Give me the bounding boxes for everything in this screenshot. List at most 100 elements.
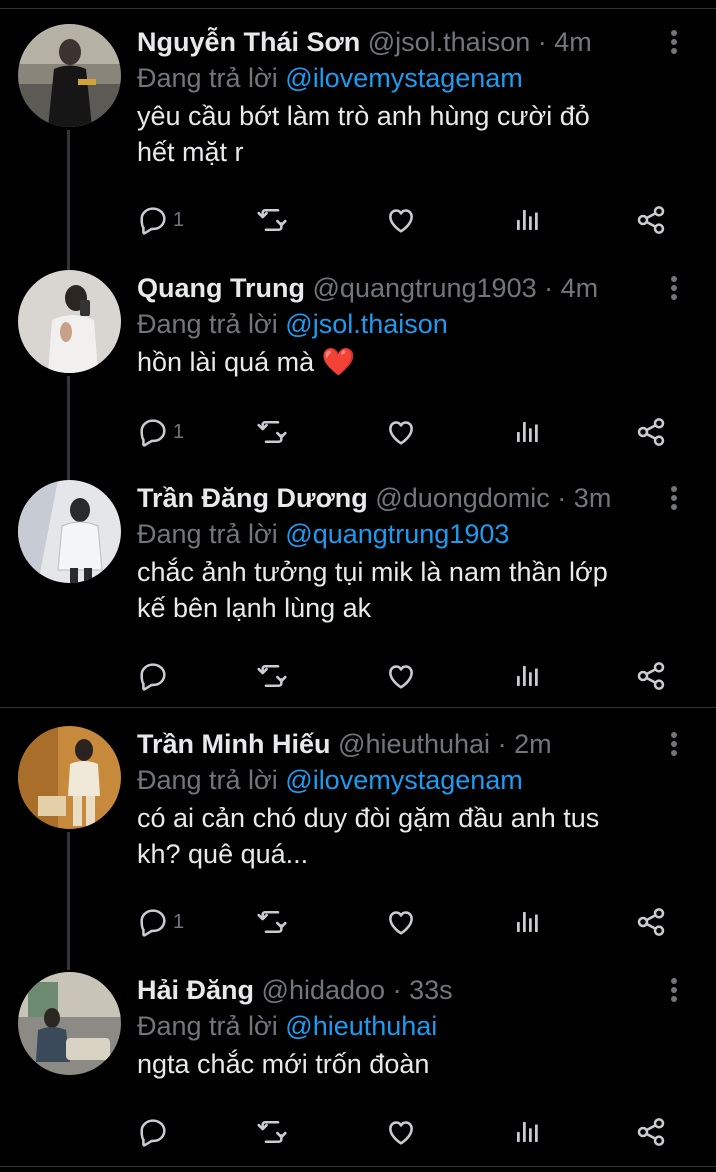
views-button[interactable] — [512, 412, 542, 452]
share-icon — [635, 1116, 667, 1148]
display-name[interactable]: Hải Đăng — [137, 975, 254, 1005]
action-bar: 1 — [137, 412, 697, 452]
share-button[interactable] — [635, 200, 667, 240]
heart-icon — [385, 204, 417, 236]
timestamp[interactable]: 4m — [561, 273, 599, 303]
thread-divider — [0, 707, 716, 708]
tweet-text: có ai cản chó duy đòi gặm đầu anh tus kh… — [137, 800, 697, 872]
heart-icon — [385, 660, 417, 692]
tweet-header: Trần Minh Hiếu @hieuthuhai · 2m — [137, 726, 552, 762]
replying-to: Đang trả lời @ilovemystagenam — [137, 60, 523, 96]
avatar[interactable] — [18, 480, 121, 583]
retweet-icon — [256, 416, 288, 448]
reply-tweet[interactable]: Trần Minh Hiếu @hieuthuhai · 2m Đang trả… — [0, 726, 716, 956]
avatar[interactable] — [18, 270, 121, 373]
avatar[interactable] — [18, 24, 121, 127]
reply-mention-link[interactable]: @quangtrung1903 — [285, 519, 509, 549]
like-button[interactable] — [385, 412, 417, 452]
reply-count: 1 — [173, 420, 185, 443]
reply-tweet[interactable]: Nguyễn Thái Sơn @jsol.thaison · 4m Đang … — [0, 24, 716, 254]
reply-mention-link[interactable]: @ilovemystagenam — [285, 765, 523, 795]
share-button[interactable] — [635, 656, 667, 696]
more-options-icon[interactable] — [664, 728, 684, 760]
user-handle[interactable]: @duongdomic — [375, 483, 550, 513]
heart-icon — [385, 1116, 417, 1148]
share-icon — [635, 416, 667, 448]
reply-button[interactable]: 1 — [137, 200, 184, 240]
timestamp[interactable]: 3m — [574, 483, 612, 513]
like-button[interactable] — [385, 200, 417, 240]
display-name[interactable]: Quang Trung — [137, 273, 305, 303]
like-button[interactable] — [385, 902, 417, 942]
reply-tweet[interactable]: Hải Đăng @hidadoo · 33s Đang trả lời @hi… — [0, 972, 716, 1162]
display-name[interactable]: Nguyễn Thái Sơn — [137, 27, 360, 57]
display-name[interactable]: Trần Minh Hiếu — [137, 729, 331, 759]
retweet-button[interactable] — [256, 902, 288, 942]
reply-mention-link[interactable]: @ilovemystagenam — [285, 63, 523, 93]
reply-button[interactable]: 1 — [137, 412, 184, 452]
action-bar: 1 — [137, 200, 697, 240]
avatar[interactable] — [18, 726, 121, 829]
retweet-button[interactable] — [256, 1112, 288, 1152]
views-icon — [512, 417, 542, 447]
replying-to: Đang trả lời @jsol.thaison — [137, 306, 448, 342]
timestamp[interactable]: 33s — [409, 975, 453, 1005]
replying-to: Đang trả lời @hieuthuhai — [137, 1008, 437, 1044]
views-button[interactable] — [512, 1112, 542, 1152]
tweet-header: Nguyễn Thái Sơn @jsol.thaison · 4m — [137, 24, 592, 60]
reply-mention-link[interactable]: @hieuthuhai — [285, 1011, 437, 1041]
user-handle[interactable]: @hieuthuhai — [338, 729, 490, 759]
separator-dot: · — [490, 729, 515, 759]
views-icon — [512, 205, 542, 235]
replying-to-label: Đang trả lời — [137, 765, 278, 795]
tweet-text: yêu cầu bớt làm trò anh hùng cười đỏ hết… — [137, 98, 697, 170]
more-options-icon[interactable] — [664, 974, 684, 1006]
replying-to: Đang trả lời @ilovemystagenam — [137, 762, 523, 798]
reply-mention-link[interactable]: @jsol.thaison — [285, 309, 448, 339]
retweet-icon — [256, 906, 288, 938]
share-button[interactable] — [635, 902, 667, 942]
reply-icon — [137, 906, 169, 938]
tweet-text-line: ngta chắc mới trốn đoàn — [137, 1049, 430, 1079]
share-icon — [635, 906, 667, 938]
retweet-button[interactable] — [256, 656, 288, 696]
share-icon — [635, 660, 667, 692]
more-options-icon[interactable] — [664, 26, 684, 58]
share-button[interactable] — [635, 1112, 667, 1152]
views-button[interactable] — [512, 200, 542, 240]
more-options-icon[interactable] — [664, 482, 684, 514]
views-button[interactable] — [512, 902, 542, 942]
separator-dot: · — [385, 975, 410, 1005]
tweet-text: chắc ảnh tưởng tụi mik là nam thần lớp k… — [137, 554, 697, 626]
heart-icon — [385, 906, 417, 938]
more-options-icon[interactable] — [664, 272, 684, 304]
user-handle[interactable]: @hidadoo — [262, 975, 386, 1005]
reply-button[interactable]: 1 — [137, 902, 184, 942]
tweet-text: hồn lài quá mà ❤️ — [137, 344, 697, 380]
timestamp[interactable]: 4m — [554, 27, 592, 57]
heart-icon — [385, 416, 417, 448]
reply-button[interactable] — [137, 1112, 173, 1152]
tweet-text-line: kế bên lạnh lùng ak — [137, 593, 372, 623]
share-button[interactable] — [635, 412, 667, 452]
action-bar — [137, 656, 697, 696]
reply-button[interactable] — [137, 656, 173, 696]
user-handle[interactable]: @quangtrung1903 — [313, 273, 537, 303]
action-bar: 1 — [137, 902, 697, 942]
avatar[interactable] — [18, 972, 121, 1075]
like-button[interactable] — [385, 656, 417, 696]
retweet-button[interactable] — [256, 200, 288, 240]
retweet-icon — [256, 204, 288, 236]
like-button[interactable] — [385, 1112, 417, 1152]
reply-icon — [137, 204, 169, 236]
retweet-button[interactable] — [256, 412, 288, 452]
reply-tweet[interactable]: Quang Trung @quangtrung1903 · 4m Đang tr… — [0, 270, 716, 470]
display-name[interactable]: Trần Đăng Dương — [137, 483, 368, 513]
user-handle[interactable]: @jsol.thaison — [368, 27, 531, 57]
reply-tweet[interactable]: Trần Đăng Dương @duongdomic · 3m Đang tr… — [0, 480, 716, 700]
timestamp[interactable]: 2m — [514, 729, 552, 759]
tweet-text-line: chắc ảnh tưởng tụi mik là nam thần lớp — [137, 557, 608, 587]
views-button[interactable] — [512, 656, 542, 696]
tweet-header: Trần Đăng Dương @duongdomic · 3m — [137, 480, 611, 516]
reply-count: 1 — [173, 910, 185, 933]
